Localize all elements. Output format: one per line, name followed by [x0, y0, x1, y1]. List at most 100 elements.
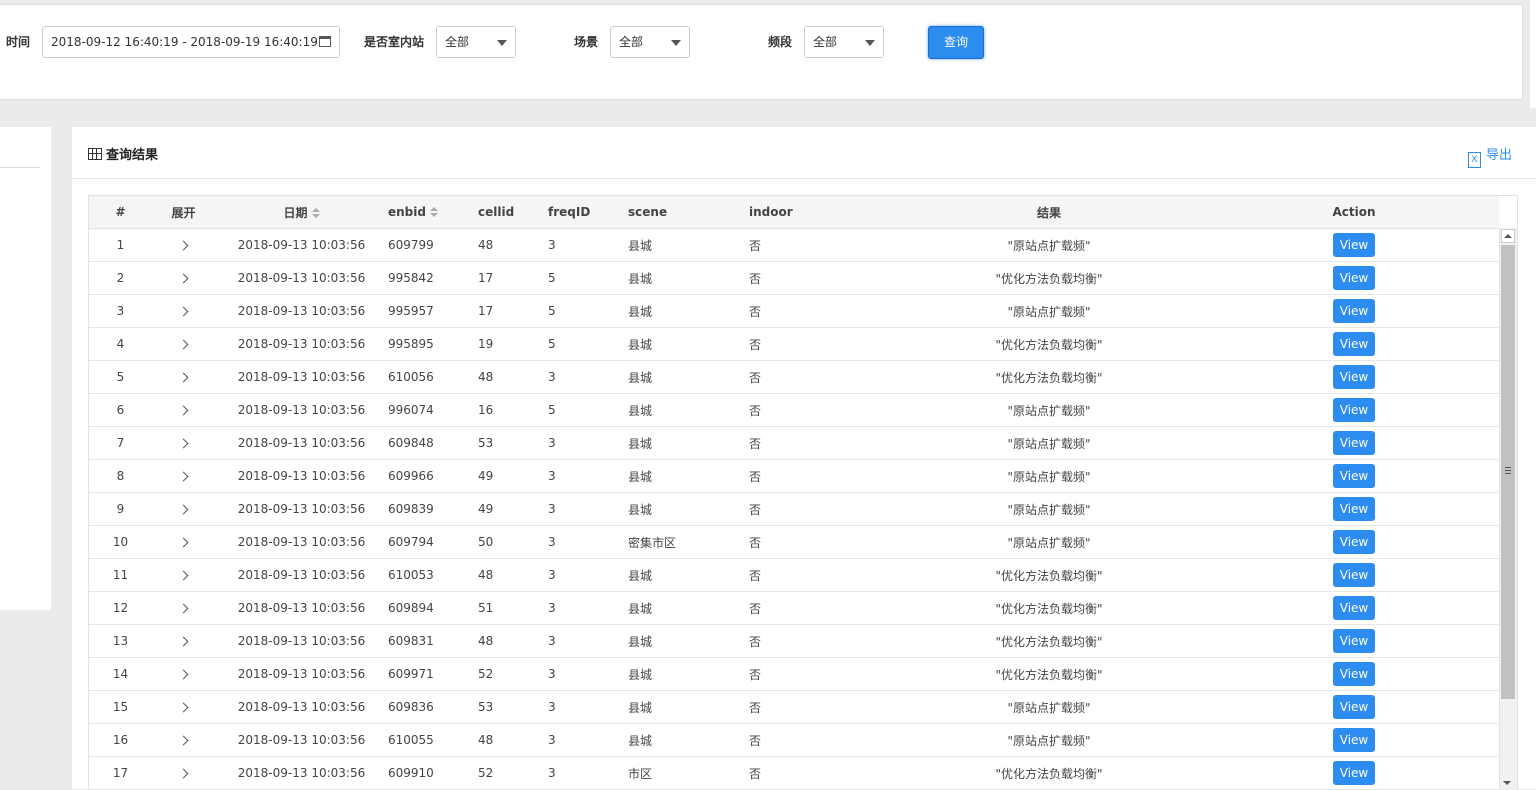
- view-button[interactable]: View: [1333, 299, 1375, 323]
- scrollbar-thumb[interactable]: [1501, 245, 1515, 699]
- row-date: 2018-09-13 10:03:56: [215, 624, 388, 658]
- sort-icon[interactable]: [429, 207, 438, 218]
- query-button[interactable]: 查询: [928, 26, 984, 59]
- chevron-right-icon[interactable]: [178, 570, 189, 581]
- chevron-right-icon[interactable]: [178, 636, 189, 647]
- view-button[interactable]: View: [1333, 662, 1375, 686]
- expand-cell: [152, 393, 215, 427]
- view-button[interactable]: View: [1333, 596, 1375, 620]
- view-button[interactable]: View: [1333, 761, 1375, 785]
- chevron-right-icon[interactable]: [178, 603, 189, 614]
- chevron-right-icon[interactable]: [178, 735, 189, 746]
- scroll-down-arrow-icon[interactable]: [1501, 779, 1515, 789]
- action-cell: View: [1209, 690, 1499, 724]
- action-cell: View: [1209, 492, 1499, 526]
- row-scene: 县城: [628, 591, 749, 625]
- row-cellid: 48: [478, 228, 548, 262]
- view-button[interactable]: View: [1333, 464, 1375, 488]
- row-indoor: 否: [749, 525, 889, 559]
- chevron-right-icon[interactable]: [178, 438, 189, 449]
- chevron-right-icon[interactable]: [178, 768, 189, 779]
- view-button[interactable]: View: [1333, 530, 1375, 554]
- row-index: 16: [89, 723, 152, 757]
- row-date: 2018-09-13 10:03:56: [215, 360, 388, 394]
- date-range-input[interactable]: 2018-09-12 16:40:19 - 2018-09-19 16:40:1…: [42, 26, 340, 58]
- chevron-right-icon[interactable]: [178, 240, 189, 251]
- col-header-expand: 展开: [152, 196, 215, 229]
- chevron-right-icon[interactable]: [178, 273, 189, 284]
- row-freqid: 3: [548, 756, 628, 790]
- row-index: 4: [89, 327, 152, 361]
- col-header-freqid: freqID: [548, 196, 628, 229]
- scene-select[interactable]: 全部: [610, 26, 690, 58]
- expand-cell: [152, 459, 215, 493]
- view-button[interactable]: View: [1333, 431, 1375, 455]
- band-select[interactable]: 全部: [804, 26, 884, 58]
- table-row: 17 2018-09-13 10:03:56 609910 52 3 市区否 "优化方法负载…: [89, 756, 1499, 790]
- row-enbid: 610053: [388, 558, 478, 592]
- row-cellid: 50: [478, 525, 548, 559]
- row-enbid: 995842: [388, 261, 478, 295]
- row-scene: 县城: [628, 360, 749, 394]
- row-indoor: 否: [749, 327, 889, 361]
- chevron-right-icon[interactable]: [178, 339, 189, 350]
- export-button[interactable]: X 导出: [1468, 144, 1512, 168]
- vertical-scrollbar[interactable]: [1499, 228, 1517, 789]
- row-freqid: 3: [548, 492, 628, 526]
- col-header-date[interactable]: 日期: [215, 196, 388, 229]
- chevron-right-icon[interactable]: [178, 537, 189, 548]
- view-button[interactable]: View: [1333, 365, 1375, 389]
- row-indoor: 否: [749, 624, 889, 658]
- row-index: 6: [89, 393, 152, 427]
- col-header-enbid[interactable]: enbid: [388, 196, 478, 229]
- view-button[interactable]: View: [1333, 233, 1375, 257]
- calendar-icon[interactable]: [319, 36, 331, 47]
- view-button[interactable]: View: [1333, 695, 1375, 719]
- view-button[interactable]: View: [1333, 398, 1375, 422]
- row-index: 11: [89, 558, 152, 592]
- row-scene: 县城: [628, 294, 749, 328]
- row-enbid: 609910: [388, 756, 478, 790]
- chevron-right-icon[interactable]: [178, 669, 189, 680]
- view-button[interactable]: View: [1333, 332, 1375, 356]
- chevron-down-icon: [671, 40, 681, 46]
- scroll-up-arrow-icon[interactable]: [1501, 229, 1515, 243]
- row-enbid: 995957: [388, 294, 478, 328]
- row-index: 17: [89, 756, 152, 790]
- row-result: "原站点扩载频": [889, 228, 1209, 262]
- view-button[interactable]: View: [1333, 629, 1375, 653]
- chevron-down-icon: [865, 40, 875, 46]
- grip-icon: [1505, 467, 1511, 474]
- view-button[interactable]: View: [1333, 563, 1375, 587]
- col-header-indoor: indoor: [749, 196, 889, 229]
- chevron-right-icon[interactable]: [178, 471, 189, 482]
- row-result: "原站点扩载频": [889, 723, 1209, 757]
- expand-cell: [152, 591, 215, 625]
- sort-icon[interactable]: [311, 207, 320, 219]
- chevron-right-icon[interactable]: [178, 372, 189, 383]
- chevron-right-icon[interactable]: [178, 702, 189, 713]
- row-index: 7: [89, 426, 152, 460]
- row-cellid: 48: [478, 624, 548, 658]
- chevron-right-icon[interactable]: [178, 504, 189, 515]
- view-button[interactable]: View: [1333, 497, 1375, 521]
- indoor-select[interactable]: 全部: [436, 26, 516, 58]
- chevron-right-icon[interactable]: [178, 306, 189, 317]
- row-date: 2018-09-13 10:03:56: [215, 492, 388, 526]
- action-cell: View: [1209, 558, 1499, 592]
- band-select-value: 全部: [813, 35, 838, 49]
- row-result: "优化方法负载均衡": [889, 624, 1209, 658]
- chevron-right-icon[interactable]: [178, 405, 189, 416]
- scene-select-value: 全部: [619, 35, 644, 49]
- view-button[interactable]: View: [1333, 728, 1375, 752]
- row-freqid: 5: [548, 327, 628, 361]
- row-freqid: 3: [548, 624, 628, 658]
- row-freqid: 3: [548, 657, 628, 691]
- row-scene: 县城: [628, 492, 749, 526]
- col-header-index: #: [89, 196, 152, 229]
- view-button[interactable]: View: [1333, 266, 1375, 290]
- table-row: 3 2018-09-13 10:03:56 995957 17 5 县城否 "原站点扩载频"…: [89, 294, 1499, 328]
- table-row: 12 2018-09-13 10:03:56 609894 51 3 县城否 "优化方法负载…: [89, 591, 1499, 625]
- row-indoor: 否: [749, 261, 889, 295]
- row-enbid: 609794: [388, 525, 478, 559]
